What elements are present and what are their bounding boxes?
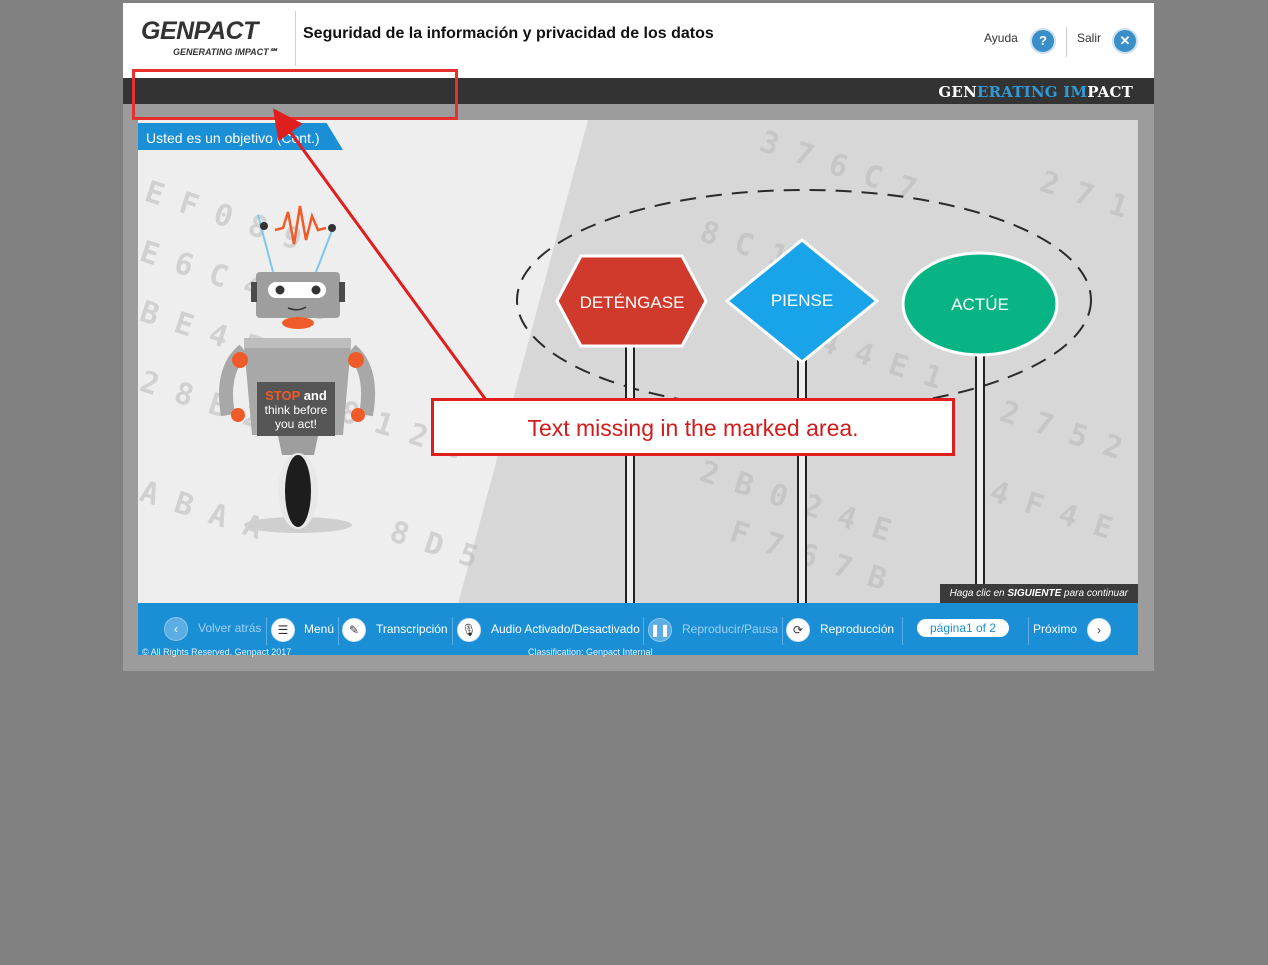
chevron-right-icon: › <box>1097 623 1101 637</box>
continue-bold: SIGUIENTE <box>1007 588 1062 599</box>
close-icon: ✕ <box>1119 33 1131 48</box>
nav-divider <box>452 617 453 645</box>
transcript-icon: ✎ <box>348 623 360 637</box>
stop-sign-label: DETÉNGASE <box>580 293 685 312</box>
robot-sign-line2: think before <box>265 403 328 417</box>
sign-pole-act <box>975 344 985 604</box>
classification-text: Classification: Genpact Internal <box>528 647 653 657</box>
play-pause-label[interactable]: Reproducir/Pausa <box>682 622 778 636</box>
slide-illustration: E F 0 8 9 E 6 C 4 E 9 B E 4 E 7 2 8 B 2 … <box>138 124 1133 604</box>
marked-area-highlight <box>132 69 458 120</box>
hex-bg-glyph: 2 7 1 <box>1036 164 1133 225</box>
hex-bg-glyph: A B A A <box>138 474 267 546</box>
sign-pole-think <box>797 349 807 604</box>
help-label[interactable]: Ayuda <box>984 31 1018 45</box>
annotation-callout: Text missing in the marked area. <box>431 398 955 456</box>
page-indicator: página1 of 2 <box>917 619 1009 637</box>
audio-label[interactable]: Audio Activado/Desactivado <box>491 622 640 636</box>
continue-hint: Haga clic en SIGUIENTE para continuar <box>939 584 1138 604</box>
svg-text:STOP and: STOP and <box>265 388 327 403</box>
play-pause-button[interactable]: ❚❚ <box>648 618 672 642</box>
brand-part-4: PACT <box>1087 83 1133 101</box>
menu-list-icon: ☰ <box>277 623 289 637</box>
think-sign-label: PIENSE <box>771 291 833 310</box>
menu-label[interactable]: Menú <box>304 622 334 636</box>
slide-title-tab: Usted es un objetivo (Cont.) <box>138 123 343 150</box>
brand-part-3: IM <box>1063 83 1088 101</box>
nav-divider <box>266 617 267 645</box>
chevron-left-icon: ‹ <box>174 622 178 636</box>
pause-icon: ❚❚ <box>649 623 671 637</box>
slide-stage: E F 0 8 9 E 6 C 4 E 9 B E 4 E 7 2 8 B 2 … <box>138 120 1138 604</box>
next-button[interactable]: › <box>1087 618 1111 642</box>
replay-icon: ⟳ <box>792 623 804 637</box>
header-divider <box>295 11 296 66</box>
act-sign-label: ACTÚE <box>951 295 1009 314</box>
brand-part-1: GEN <box>938 83 977 101</box>
back-button[interactable]: ‹ <box>164 617 188 641</box>
hex-bg-glyph: 8 D 5 <box>386 514 483 575</box>
annotation-text: Text missing in the marked area. <box>527 415 859 441</box>
exit-button[interactable]: ✕ <box>1112 28 1138 54</box>
transcript-label[interactable]: Transcripción <box>376 622 448 636</box>
exit-label[interactable]: Salir <box>1077 31 1101 45</box>
continue-prefix: Haga clic en <box>949 588 1008 599</box>
replay-button[interactable]: ⟳ <box>786 618 810 642</box>
genpact-logo: GENPACT <box>141 17 258 45</box>
course-header: GENPACT GENERATING IMPACT℠ Seguridad de … <box>123 3 1154 78</box>
sign-pole-stop <box>625 339 635 604</box>
nav-divider <box>782 617 783 645</box>
robot-sign-and: and <box>300 388 327 403</box>
slide-title: Usted es un objetivo (Cont.) <box>146 130 320 146</box>
next-label[interactable]: Próximo <box>1033 622 1077 636</box>
nav-divider <box>902 617 903 645</box>
logo-tagline: GENERATING IMPACT℠ <box>173 47 278 57</box>
robot-mascot: STOP and think before you act! <box>219 205 376 533</box>
menu-button[interactable]: ☰ <box>271 618 295 642</box>
nav-divider <box>1028 617 1029 645</box>
robot-sign-line3: you act! <box>275 417 317 431</box>
copyright-text: © All Rights Reserved. Genpact 2017 <box>142 647 292 657</box>
microphone-icon: 🎙 <box>461 623 477 637</box>
help-button[interactable]: ? <box>1030 28 1056 54</box>
transcript-button[interactable]: ✎ <box>342 618 366 642</box>
back-label[interactable]: Volver atrás <box>198 621 261 635</box>
question-icon: ? <box>1039 33 1047 48</box>
nav-divider <box>643 617 644 645</box>
header-divider-2 <box>1066 27 1067 57</box>
hex-bg-glyph: 4 F 4 E <box>986 474 1117 546</box>
continue-suffix: para continuar <box>1061 588 1128 599</box>
audio-button[interactable]: 🎙 <box>457 618 481 642</box>
course-title: Seguridad de la información y privacidad… <box>303 25 714 42</box>
player-navbar: ‹ Volver atrás ☰ Menú ✎ Transcripción 🎙 … <box>138 603 1138 657</box>
robot-sign-stop: STOP <box>265 388 300 403</box>
brand-slogan: GENERATING IMPACT <box>938 83 1133 101</box>
hex-bg-glyph: 2 7 5 2 <box>996 394 1127 466</box>
brand-part-2: ERATING <box>976 83 1064 101</box>
replay-label[interactable]: Reproducción <box>820 622 894 636</box>
nav-divider <box>338 617 339 645</box>
